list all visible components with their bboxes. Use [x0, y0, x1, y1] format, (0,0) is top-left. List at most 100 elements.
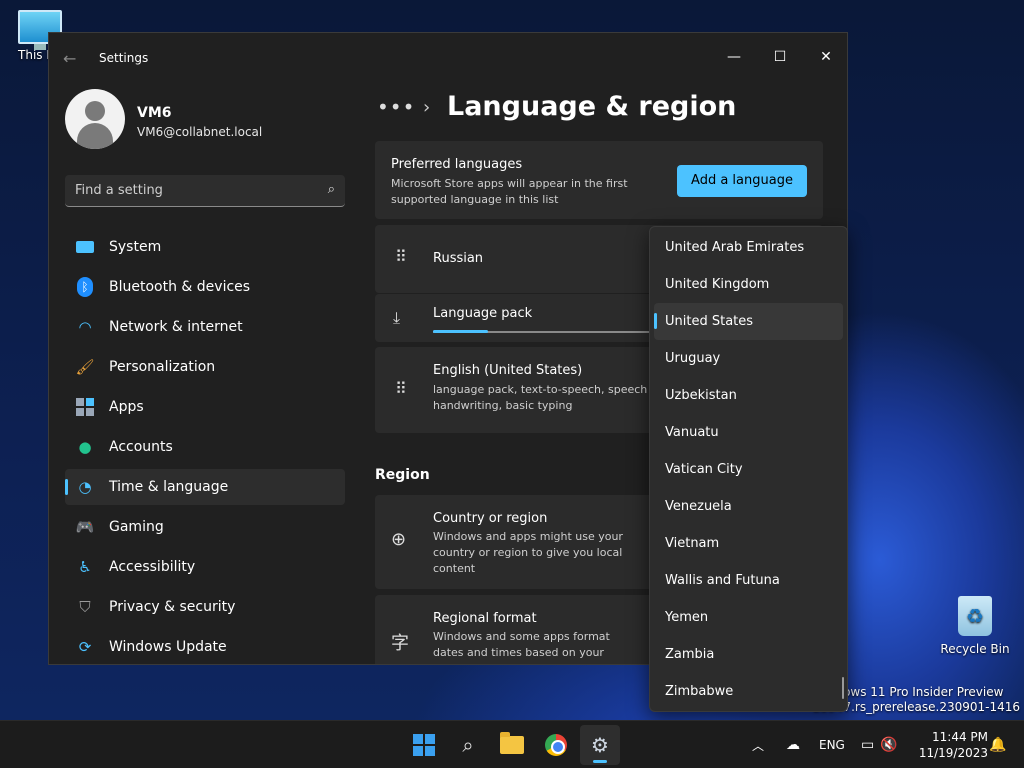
region-heading: Region: [375, 467, 430, 483]
dropdown-option[interactable]: United Kingdom: [650, 266, 847, 303]
dropdown-option[interactable]: Yemen: [650, 599, 847, 636]
search-box[interactable]: ⌕: [65, 175, 345, 207]
sidebar-item-privacy[interactable]: ⛉ Privacy & security: [65, 589, 345, 625]
breadcrumb-more-button[interactable]: •••: [377, 95, 415, 119]
sidebar-item-label: Privacy & security: [109, 599, 236, 615]
shield-icon: ⛉: [79, 598, 91, 616]
globe-icon: ⊕: [391, 529, 407, 550]
clock-time: 11:44 PM: [932, 730, 988, 744]
bell-icon: 🔔: [989, 737, 1007, 753]
chrome-button[interactable]: [536, 725, 576, 765]
recycle-bin-label: Recycle Bin: [940, 642, 1010, 656]
update-icon: ⟳: [78, 638, 92, 656]
search-icon[interactable]: ⌕: [328, 182, 335, 197]
regional-format-icon: 字: [391, 633, 409, 654]
sidebar-item-label: Apps: [109, 399, 144, 415]
globe-clock-icon: ◔: [78, 478, 92, 496]
sidebar-item-label: Network & internet: [109, 319, 243, 335]
search-icon: ⌕: [462, 733, 474, 757]
taskbar-search-button[interactable]: ⌕: [448, 725, 488, 765]
sidebar-item-system[interactable]: System: [65, 229, 345, 265]
dropdown-option[interactable]: Wallis and Futuna: [650, 562, 847, 599]
brush-icon: 🖌: [75, 358, 95, 376]
sidebar-item-apps[interactable]: Apps: [65, 389, 345, 425]
progress-fill: [433, 330, 489, 333]
dropdown-option-selected[interactable]: United States: [654, 303, 843, 340]
sidebar-item-accessibility[interactable]: ♿ Accessibility: [65, 549, 345, 585]
country-dropdown-list[interactable]: United Arab Emirates United Kingdom Unit…: [649, 226, 848, 712]
minimize-button[interactable]: —: [711, 41, 757, 73]
accessibility-icon: ♿: [78, 558, 92, 576]
breadcrumb-chevron-icon: ›: [423, 97, 431, 118]
sidebar-item-label: Windows Update: [109, 639, 227, 655]
gamepad-icon: 🎮: [75, 518, 95, 536]
language-name: English (United States): [433, 363, 583, 378]
avatar[interactable]: [65, 89, 125, 149]
search-input[interactable]: [65, 175, 305, 206]
country-region-title: Country or region: [433, 511, 548, 526]
bluetooth-icon: ᛒ: [75, 277, 95, 297]
dropdown-option[interactable]: United Arab Emirates: [650, 229, 847, 266]
sidebar-item-time-language[interactable]: ◔ Time & language: [65, 469, 345, 505]
sidebar-item-network[interactable]: ◠ Network & internet: [65, 309, 345, 345]
notifications-button[interactable]: 🔔: [989, 721, 1006, 768]
sidebar-item-label: Bluetooth & devices: [109, 279, 251, 295]
sidebar-item-bluetooth[interactable]: ᛒ Bluetooth & devices: [65, 269, 345, 305]
show-hidden-icons-button[interactable]: ︿: [752, 721, 764, 768]
quick-settings-button[interactable]: ▭ 🔇: [861, 721, 898, 768]
add-language-button[interactable]: Add a language: [677, 165, 807, 197]
folder-icon: [500, 732, 524, 754]
sidebar-item-windows-update[interactable]: ⟳ Windows Update: [65, 629, 345, 664]
monitor-icon: [75, 237, 95, 257]
title-bar[interactable]: ← Settings — ☐ ✕: [49, 33, 847, 81]
user-email: VM6@collabnet.local: [137, 125, 263, 139]
drag-handle-icon[interactable]: ⠿: [395, 247, 407, 266]
gear-icon: ⚙: [591, 733, 609, 757]
apps-icon: [75, 397, 95, 417]
download-icon: ⤓: [393, 308, 401, 327]
drag-handle-icon[interactable]: ⠿: [395, 379, 407, 398]
input-language-label: ENG: [819, 738, 845, 752]
sidebar-item-label: Accessibility: [109, 559, 196, 575]
display-icon: ▭: [861, 737, 875, 753]
dropdown-option[interactable]: Vietnam: [650, 525, 847, 562]
language-name: Russian: [433, 251, 484, 266]
input-language-button[interactable]: ENG: [819, 721, 845, 768]
language-features-line2: handwriting, basic typing: [433, 399, 573, 412]
close-button[interactable]: ✕: [803, 41, 847, 73]
preferred-languages-title: Preferred languages: [391, 157, 523, 172]
sidebar-item-personalization[interactable]: 🖌 Personalization: [65, 349, 345, 385]
sidebar-item-label: Personalization: [109, 359, 216, 375]
sidebar-item-accounts[interactable]: ● Accounts: [65, 429, 345, 465]
cloud-offline-icon: ☁: [786, 737, 800, 753]
recycle-bin-desktop-icon[interactable]: ♻ Recycle Bin: [938, 596, 1012, 656]
taskbar: ⌕ ⚙ ︿ ☁ ENG ▭ 🔇 11:44 PM 11/19/2023 🔔: [0, 720, 1024, 768]
back-arrow-icon[interactable]: ←: [63, 49, 76, 68]
recycle-bin-icon: ♻: [958, 596, 992, 636]
dropdown-option[interactable]: Zimbabwe: [650, 673, 847, 710]
settings-taskbar-button[interactable]: ⚙: [580, 725, 620, 765]
window-title: Settings: [99, 51, 149, 65]
dropdown-option[interactable]: Uzbekistan: [650, 377, 847, 414]
dropdown-option[interactable]: Zambia: [650, 636, 847, 673]
user-name: VM6: [137, 105, 172, 121]
dropdown-option[interactable]: Vatican City: [650, 451, 847, 488]
preferred-languages-description: Microsoft Store apps will appear in the …: [391, 177, 628, 206]
language-pack-progress: [433, 330, 663, 333]
start-button[interactable]: [404, 725, 444, 765]
dropdown-option[interactable]: Uruguay: [650, 340, 847, 377]
system-clock[interactable]: 11:44 PM 11/19/2023: [912, 729, 988, 761]
network-status-button[interactable]: ☁: [786, 721, 800, 768]
dropdown-option[interactable]: Venezuela: [650, 488, 847, 525]
regional-format-title: Regional format: [433, 611, 537, 626]
dropdown-option[interactable]: Vanuatu: [650, 414, 847, 451]
sidebar-item-label: Accounts: [109, 439, 173, 455]
file-explorer-button[interactable]: [492, 725, 532, 765]
maximize-button[interactable]: ☐: [757, 41, 803, 73]
language-pack-label: Language pack: [433, 306, 533, 321]
sidebar-item-gaming[interactable]: 🎮 Gaming: [65, 509, 345, 545]
dropdown-scrollbar[interactable]: [842, 677, 844, 699]
country-region-description: Windows and apps might use your country …: [433, 530, 623, 575]
person-icon: ●: [78, 438, 92, 456]
sidebar-item-label: Gaming: [109, 519, 164, 535]
